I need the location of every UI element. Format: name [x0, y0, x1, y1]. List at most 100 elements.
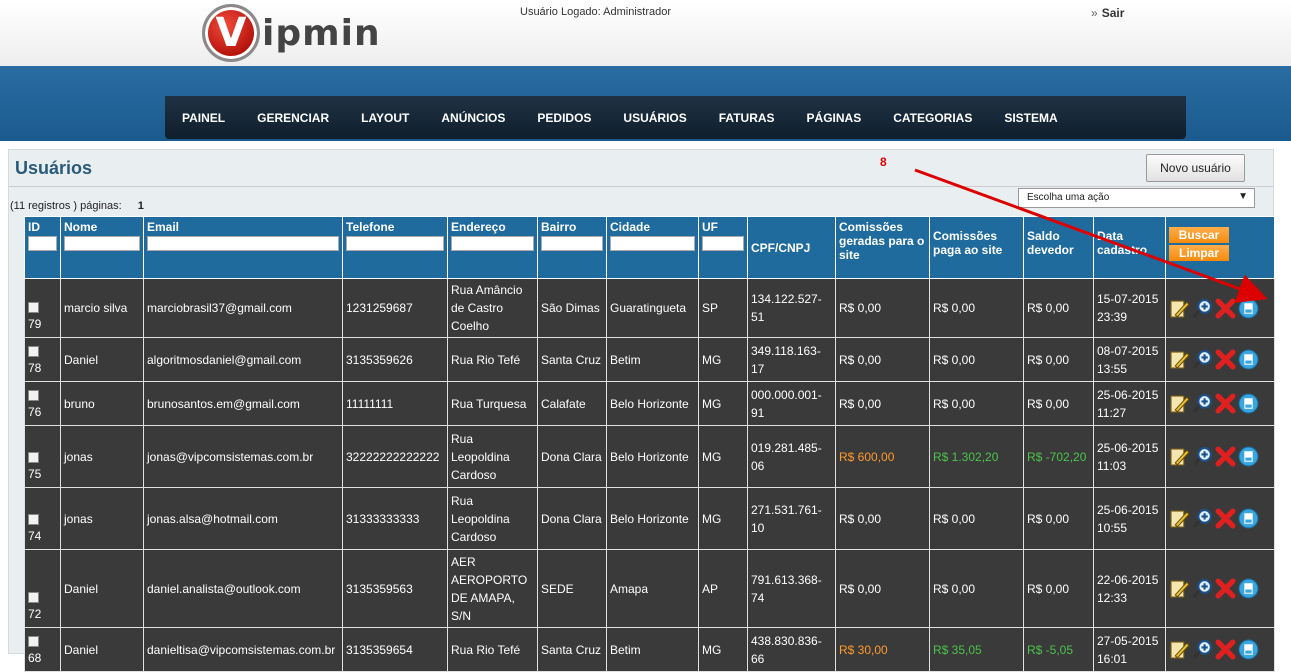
row-checkbox[interactable] [28, 592, 39, 603]
row-checkbox[interactable] [28, 346, 39, 357]
table-row: 75 jonas jonas@vipcomsistemas.com.br 322222… [24, 425, 1275, 488]
cell-cpf: 349.118.163-17 [747, 337, 836, 382]
zoom-in-icon[interactable] [1192, 349, 1213, 370]
top-bar: V ipmin Usuário Logado: Administrador » S… [0, 0, 1291, 66]
cell-data: 08-07-2015 13:55 [1093, 337, 1166, 382]
col-bairro: Bairro [537, 216, 607, 279]
nav-item-2[interactable]: LAYOUT [361, 111, 409, 125]
filter-uf-input[interactable] [702, 236, 744, 251]
action-select[interactable]: Escolha uma ação ▼ [1018, 188, 1255, 208]
delete-icon[interactable] [1215, 578, 1236, 599]
col-comissoes-paga: Comissões paga ao site [929, 216, 1024, 279]
cell-data: 25-06-2015 11:27 [1093, 381, 1166, 426]
cell-geradas: R$ 0,00 [835, 381, 930, 426]
delete-icon[interactable] [1215, 639, 1236, 660]
edit-icon[interactable] [1169, 446, 1190, 467]
cell-saldo: R$ -5,05 [1023, 627, 1094, 672]
nav-item-3[interactable]: ANÚNCIOS [441, 111, 505, 125]
cell-cidade: Belo Horizonte [606, 487, 699, 550]
col-nome: Nome [60, 216, 144, 279]
edit-icon[interactable] [1169, 508, 1190, 529]
cell-actions [1165, 337, 1275, 382]
row-checkbox[interactable] [28, 302, 39, 313]
row-checkbox[interactable] [28, 636, 39, 647]
cell-id: 79 [24, 278, 61, 338]
filter-telefone-input[interactable] [346, 236, 444, 251]
filter-nome-input[interactable] [64, 236, 140, 251]
cell-cpf: 271.531.761-10 [747, 487, 836, 550]
logged-user: Usuário Logado: Administrador [520, 6, 672, 18]
cell-actions [1165, 549, 1275, 628]
cell-saldo: R$ 0,00 [1023, 549, 1094, 628]
nav-item-5[interactable]: USUÁRIOS [623, 111, 686, 125]
save-icon[interactable] [1238, 578, 1259, 599]
delete-icon[interactable] [1215, 349, 1236, 370]
row-checkbox[interactable] [28, 390, 39, 401]
delete-icon[interactable] [1215, 446, 1236, 467]
delete-icon[interactable] [1215, 298, 1236, 319]
nav-item-7[interactable]: PÁGINAS [807, 111, 862, 125]
col-telefone: Telefone [342, 216, 448, 279]
logout-link[interactable]: » Sair [1091, 6, 1124, 20]
cell-bairro: Dona Clara [537, 425, 607, 488]
row-checkbox[interactable] [28, 514, 39, 525]
table-row: 74 jonas jonas.alsa@hotmail.com 31333333333… [24, 487, 1275, 550]
zoom-in-icon[interactable] [1192, 298, 1213, 319]
cell-telefone: 32222222222222 [342, 425, 448, 488]
nav-item-1[interactable]: GERENCIAR [257, 111, 329, 125]
row-checkbox[interactable] [28, 452, 39, 463]
cell-endereco: Rua Turquesa [447, 381, 538, 426]
cell-uf: MG [698, 627, 748, 672]
cell-geradas: R$ 0,00 [835, 337, 930, 382]
nav-item-9[interactable]: SISTEMA [1004, 111, 1057, 125]
save-icon[interactable] [1238, 446, 1259, 467]
new-user-button[interactable]: Novo usuário [1146, 154, 1245, 182]
logo: V ipmin [202, 4, 381, 62]
zoom-in-icon[interactable] [1192, 393, 1213, 414]
filter-cidade-input[interactable] [610, 236, 695, 251]
logo-circle: V [202, 4, 260, 62]
col-saldo: Saldo devedor [1023, 216, 1094, 279]
filter-id-input[interactable] [28, 236, 57, 251]
cell-endereco: Rua Amâncio de Castro Coelho [447, 278, 538, 338]
filter-endereco-input[interactable] [451, 236, 534, 251]
edit-icon[interactable] [1169, 298, 1190, 319]
cell-endereco: Rua Leopoldina Cardoso [447, 487, 538, 550]
cell-bairro: São Dimas [537, 278, 607, 338]
edit-icon[interactable] [1169, 639, 1190, 660]
save-icon[interactable] [1238, 298, 1259, 319]
save-icon[interactable] [1238, 349, 1259, 370]
save-icon[interactable] [1238, 639, 1259, 660]
zoom-in-icon[interactable] [1192, 639, 1213, 660]
cell-data: 25-06-2015 10:55 [1093, 487, 1166, 550]
save-icon[interactable] [1238, 393, 1259, 414]
edit-icon[interactable] [1169, 349, 1190, 370]
cell-nome: Daniel [60, 337, 144, 382]
zoom-in-icon[interactable] [1192, 578, 1213, 599]
clear-button[interactable]: Limpar [1169, 245, 1229, 261]
cell-endereco: Rua Rio Tefé [447, 627, 538, 672]
nav-item-4[interactable]: PEDIDOS [537, 111, 591, 125]
nav-item-6[interactable]: FATURAS [719, 111, 775, 125]
search-button[interactable]: Buscar [1169, 227, 1229, 243]
cell-telefone: 3135359563 [342, 549, 448, 628]
edit-icon[interactable] [1169, 393, 1190, 414]
cell-geradas: R$ 0,00 [835, 487, 930, 550]
zoom-in-icon[interactable] [1192, 508, 1213, 529]
cell-email: brunosantos.em@gmail.com [143, 381, 343, 426]
cell-data: 22-06-2015 12:33 [1093, 549, 1166, 628]
page-title: Usuários [15, 158, 93, 178]
filter-email-input[interactable] [147, 236, 339, 251]
page-link[interactable]: 1 [138, 200, 144, 212]
nav-item-0[interactable]: PAINEL [182, 111, 225, 125]
edit-icon[interactable] [1169, 578, 1190, 599]
save-icon[interactable] [1238, 508, 1259, 529]
cell-email: danieltisa@vipcomsistemas.com.br [143, 627, 343, 672]
cell-geradas: R$ 0,00 [835, 278, 930, 338]
delete-icon[interactable] [1215, 393, 1236, 414]
nav-item-8[interactable]: CATEGORIAS [893, 111, 972, 125]
filter-bairro-input[interactable] [541, 236, 603, 251]
delete-icon[interactable] [1215, 508, 1236, 529]
cell-uf: MG [698, 425, 748, 488]
zoom-in-icon[interactable] [1192, 446, 1213, 467]
